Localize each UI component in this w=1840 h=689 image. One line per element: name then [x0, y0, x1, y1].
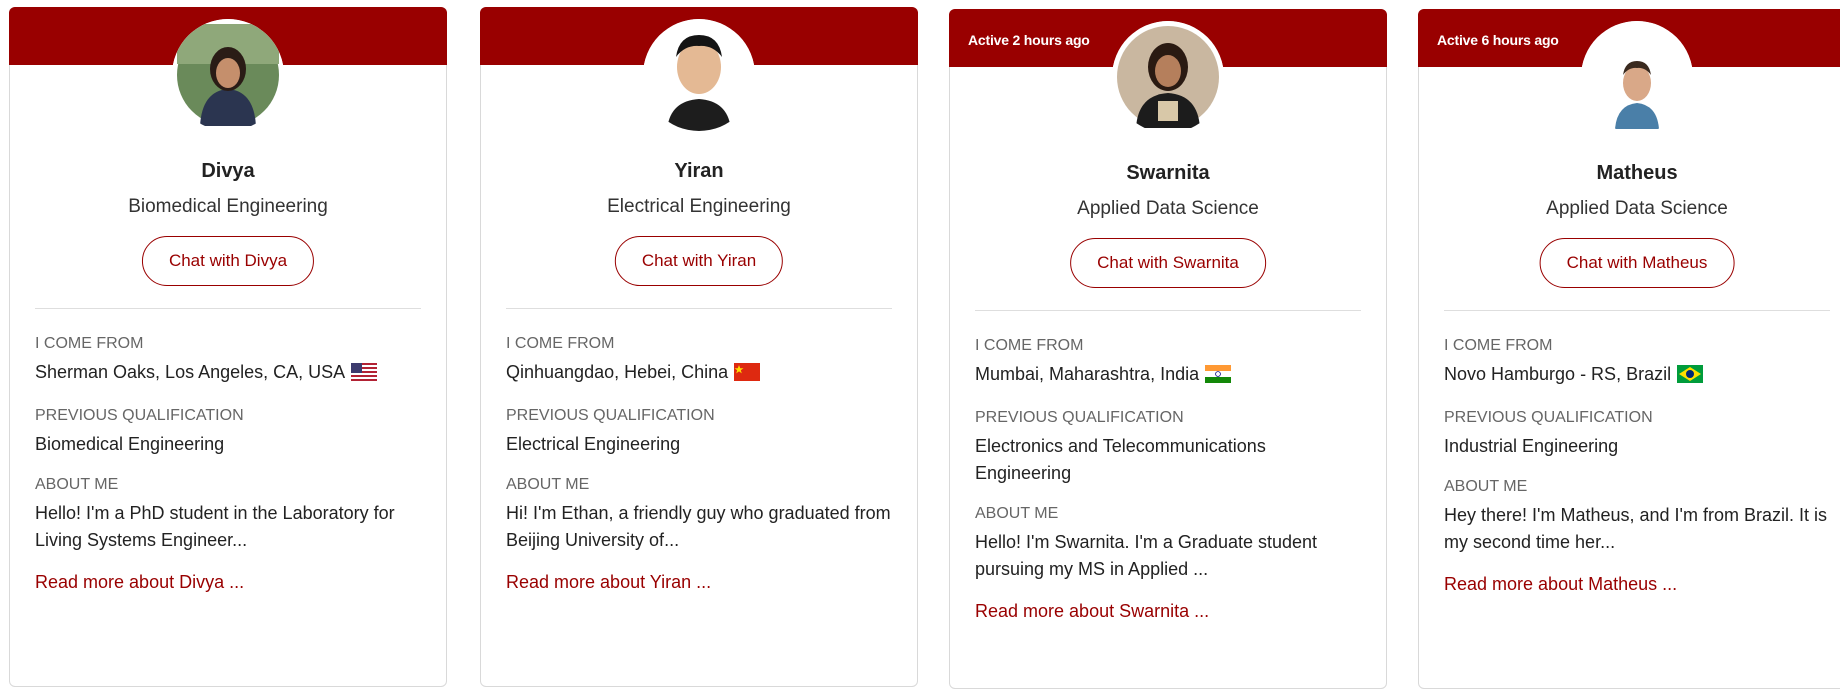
- brazil-flag-icon: [1677, 364, 1704, 391]
- ambassador-program: Applied Data Science: [1546, 198, 1728, 219]
- divider: [35, 308, 421, 309]
- ambassador-card-matheus: Active 6 hours ago Matheus Applied Data …: [1418, 9, 1840, 689]
- avatar: [643, 19, 755, 131]
- qualification-label: PREVIOUS QUALIFICATION: [35, 407, 244, 424]
- divider: [1444, 310, 1830, 311]
- avatar: [1112, 21, 1224, 133]
- qualification-value: Electronics and Telecommunications Engin…: [975, 436, 1266, 483]
- qualification-value: Biomedical Engineering: [35, 434, 225, 454]
- qualification-label: PREVIOUS QUALIFICATION: [975, 409, 1184, 426]
- about-label: ABOUT ME: [35, 476, 119, 493]
- chat-button[interactable]: Chat with Yiran: [614, 236, 784, 286]
- about-label: ABOUT ME: [1444, 478, 1528, 495]
- come-from-text: Sherman Oaks, Los Angeles, CA, USA: [35, 362, 346, 382]
- china-flag-icon: [734, 362, 761, 389]
- read-more-link[interactable]: Read more about Divya ...: [35, 572, 421, 593]
- india-flag-icon: [1205, 364, 1232, 391]
- qualification-value: Industrial Engineering: [1444, 436, 1619, 456]
- ambassador-program: Applied Data Science: [1077, 198, 1259, 219]
- come-from-text: Qinhuangdao, Hebei, China: [506, 362, 729, 382]
- avatar: [172, 19, 284, 131]
- qualification-label: PREVIOUS QUALIFICATION: [506, 407, 715, 424]
- qualification-label: PREVIOUS QUALIFICATION: [1444, 409, 1653, 426]
- ambassador-name: Divya: [201, 160, 255, 182]
- ambassador-name: Swarnita: [1126, 162, 1210, 184]
- ambassador-name: Yiran: [674, 160, 724, 182]
- come-from-label: I COME FROM: [975, 337, 1084, 354]
- come-from-value: Novo Hamburgo - RS, Brazil: [1444, 361, 1830, 391]
- come-from-label: I COME FROM: [506, 335, 615, 352]
- read-more-link[interactable]: Read more about Swarnita ...: [975, 601, 1361, 622]
- come-from-text: Novo Hamburgo - RS, Brazil: [1444, 364, 1672, 384]
- ambassador-card-swarnita: Active 2 hours ago Swarnita Applied Data…: [949, 9, 1387, 689]
- ambassador-card-divya: Divya Biomedical Engineering Chat with D…: [9, 7, 447, 687]
- about-label: ABOUT ME: [975, 505, 1059, 522]
- about-label: ABOUT ME: [506, 476, 590, 493]
- ambassador-name: Matheus: [1596, 162, 1678, 184]
- ambassador-program: Electrical Engineering: [607, 196, 791, 217]
- come-from-value: Mumbai, Maharashtra, India: [975, 361, 1361, 391]
- chat-button[interactable]: Chat with Matheus: [1539, 238, 1735, 288]
- about-value: Hello! I'm a PhD student in the Laborato…: [35, 503, 395, 550]
- chat-button[interactable]: Chat with Divya: [141, 236, 315, 286]
- read-more-link[interactable]: Read more about Yiran ...: [506, 572, 892, 593]
- about-value: Hello! I'm Swarnita. I'm a Graduate stud…: [975, 532, 1318, 579]
- come-from-label: I COME FROM: [35, 335, 144, 352]
- us-flag-icon: [351, 362, 378, 389]
- divider: [975, 310, 1361, 311]
- qualification-value: Electrical Engineering: [506, 434, 681, 454]
- ambassador-card-yiran: Yiran Electrical Engineering Chat with Y…: [480, 7, 918, 687]
- come-from-text: Mumbai, Maharashtra, India: [975, 364, 1200, 384]
- read-more-link[interactable]: Read more about Matheus ...: [1444, 574, 1830, 595]
- active-status: Active 2 hours ago: [968, 32, 1090, 48]
- about-value: Hey there! I'm Matheus, and I'm from Bra…: [1444, 505, 1827, 552]
- active-status: Active 6 hours ago: [1437, 32, 1559, 48]
- chat-button[interactable]: Chat with Swarnita: [1070, 238, 1266, 288]
- ambassador-program: Biomedical Engineering: [128, 196, 328, 217]
- come-from-value: Sherman Oaks, Los Angeles, CA, USA: [35, 359, 421, 389]
- divider: [506, 308, 892, 309]
- avatar: [1581, 21, 1693, 133]
- come-from-value: Qinhuangdao, Hebei, China: [506, 359, 892, 389]
- about-value: Hi! I'm Ethan, a friendly guy who gradua…: [506, 503, 891, 550]
- come-from-label: I COME FROM: [1444, 337, 1553, 354]
